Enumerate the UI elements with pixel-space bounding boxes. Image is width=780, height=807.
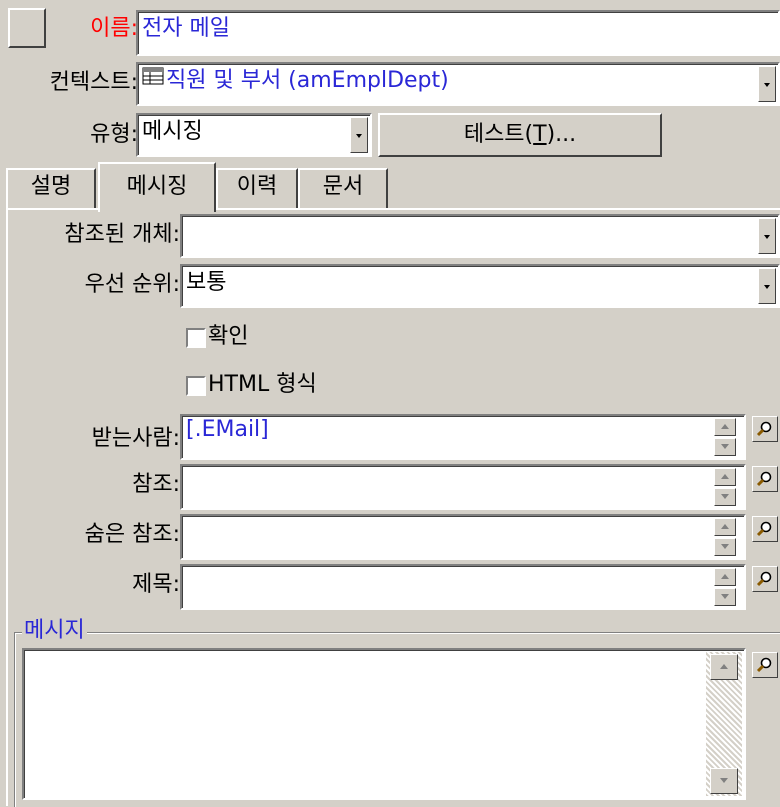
cc-field[interactable] <box>180 464 746 510</box>
spin-down-icon[interactable] <box>714 488 736 506</box>
type-select[interactable]: 메시징 <box>136 113 372 157</box>
table-icon <box>142 64 164 96</box>
tab-history[interactable]: 이력 <box>216 168 298 208</box>
to-value: [.EMail] <box>186 417 269 442</box>
magnifier-icon[interactable] <box>752 466 778 492</box>
html-format-label: HTML 형식 <box>208 372 317 397</box>
referenced-object-select[interactable] <box>180 214 780 258</box>
tab-label: 문서 <box>322 174 364 199</box>
message-group-label: 메시지 <box>22 618 87 644</box>
tab-label: 이력 <box>236 174 278 199</box>
bcc-label: 숨은 참조: <box>84 522 180 547</box>
subject-label: 제목: <box>132 572 180 597</box>
name-label: 이름: <box>90 16 138 41</box>
tab-description[interactable]: 설명 <box>6 168 96 208</box>
priority-select[interactable]: 보통 <box>180 264 780 308</box>
record-state-button[interactable] <box>8 8 46 48</box>
spin-up-icon[interactable] <box>714 568 736 586</box>
dropdown-arrow-icon[interactable] <box>758 268 776 304</box>
to-label: 받는사람: <box>91 426 180 451</box>
context-select[interactable]: 직원 및 부서 (amEmplDept) <box>136 62 780 106</box>
tab-documents[interactable]: 문서 <box>298 168 388 208</box>
test-button[interactable]: 테스트(T)... <box>378 113 662 157</box>
type-value: 메시징 <box>142 119 203 144</box>
dropdown-arrow-icon[interactable] <box>758 66 776 102</box>
cc-label: 참조: <box>132 472 180 497</box>
confirm-label: 확인 <box>208 324 249 349</box>
subject-field[interactable] <box>180 564 746 610</box>
html-format-checkbox[interactable] <box>186 376 206 396</box>
context-value: 직원 및 부서 (amEmplDept) <box>166 68 449 93</box>
dropdown-arrow-icon[interactable] <box>758 218 776 254</box>
context-label: 컨텍스트: <box>49 70 138 95</box>
name-field[interactable]: 전자 메일 <box>136 10 780 56</box>
test-button-label: 테스트(T)... <box>463 122 577 147</box>
priority-value: 보통 <box>186 270 227 295</box>
magnifier-icon[interactable] <box>752 652 778 678</box>
spin-up-icon[interactable] <box>714 418 736 436</box>
spin-down-icon[interactable] <box>710 768 738 794</box>
magnifier-icon[interactable] <box>752 516 778 542</box>
magnifier-icon[interactable] <box>752 416 778 442</box>
bcc-field[interactable] <box>180 514 746 560</box>
confirm-checkbox[interactable] <box>186 328 206 348</box>
spin-up-icon[interactable] <box>710 654 738 680</box>
message-field[interactable] <box>22 648 746 800</box>
spin-down-icon[interactable] <box>714 438 736 456</box>
priority-label: 우선 순위: <box>84 272 180 297</box>
referenced-object-label: 참조된 개체: <box>64 222 180 247</box>
spin-down-icon[interactable] <box>714 588 736 606</box>
tab-label: 설명 <box>30 174 72 199</box>
dropdown-arrow-icon[interactable] <box>350 117 368 153</box>
spin-up-icon[interactable] <box>714 518 736 536</box>
tab-label: 메시징 <box>126 174 188 199</box>
to-field[interactable]: [.EMail] <box>180 414 746 460</box>
tab-messaging[interactable]: 메시징 <box>98 162 216 212</box>
magnifier-icon[interactable] <box>752 566 778 592</box>
type-label: 유형: <box>90 122 138 147</box>
spin-down-icon[interactable] <box>714 538 736 556</box>
spin-up-icon[interactable] <box>714 468 736 486</box>
